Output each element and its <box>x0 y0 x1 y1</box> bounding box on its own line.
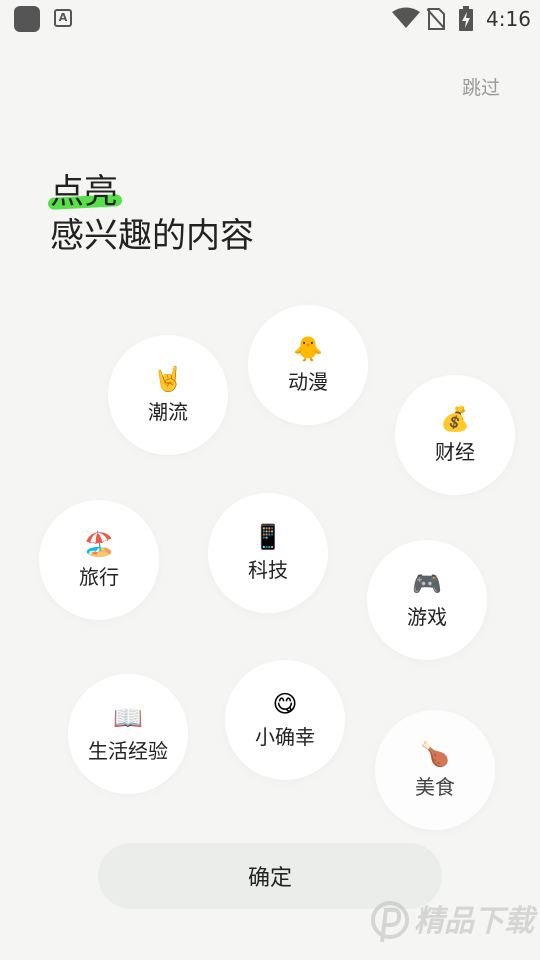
watermark-text: 精品下载 <box>414 904 534 939</box>
topic-label: 财经 <box>435 440 475 464</box>
skip-button[interactable]: 跳过 <box>462 73 500 100</box>
watermark: 精品下载 <box>370 900 534 944</box>
title-line2: 感兴趣的内容 <box>50 216 254 256</box>
yum-face-icon: 😋 <box>272 690 298 718</box>
status-time: 4:16 <box>486 7 531 31</box>
page-title: 点亮 感兴趣的内容 <box>47 170 254 258</box>
drumstick-icon: 🍗 <box>420 740 450 768</box>
topic-bubble-travel[interactable]: 🏖️ 旅行 <box>39 500 159 620</box>
topic-label: 潮流 <box>148 400 188 424</box>
topic-label: 科技 <box>248 558 288 582</box>
mobile-phone-icon: 📱 <box>253 523 283 551</box>
title-line1: 点亮 <box>47 170 123 214</box>
beach-umbrella-icon: 🏖️ <box>84 530 114 558</box>
topic-bubble-small-happiness[interactable]: 😋 小确幸 <box>225 660 345 780</box>
topic-label: 生活经验 <box>88 739 168 763</box>
topic-label: 小确幸 <box>255 725 315 749</box>
topic-bubble-trend[interactable]: 🤘 潮流 <box>108 335 228 455</box>
money-bag-icon: 💰 <box>440 405 470 433</box>
title-line1-text: 点亮 <box>50 172 118 212</box>
topic-label: 旅行 <box>79 565 119 589</box>
status-bar: A 4:16 <box>0 0 540 36</box>
watermark-logo-icon <box>371 901 409 943</box>
topic-bubble-food[interactable]: 🍗 美食 <box>375 710 495 830</box>
battery-icon <box>459 6 473 31</box>
topic-bubble-life-tips[interactable]: 📖 生活经验 <box>68 674 188 794</box>
topic-bubble-games[interactable]: 🎮 游戏 <box>367 540 487 660</box>
chick-icon: 🐥 <box>293 335 323 363</box>
rock-hand-icon: 🤘 <box>153 365 183 393</box>
topic-bubble-tech[interactable]: 📱 科技 <box>208 493 328 613</box>
app-icon <box>14 6 40 32</box>
topic-label: 游戏 <box>407 605 447 629</box>
notification-icon: A <box>54 9 72 27</box>
game-controller-icon: 🎮 <box>412 570 442 598</box>
open-book-icon: 📖 <box>113 704 143 732</box>
topic-bubble-anime[interactable]: 🐥 动漫 <box>248 305 368 425</box>
topic-bubble-finance[interactable]: 💰 财经 <box>395 375 515 495</box>
topic-label: 美食 <box>415 775 455 799</box>
topic-label: 动漫 <box>288 370 328 394</box>
onboarding-screen: A 4:16 跳过 点亮 感兴趣的内容 🤘 潮流 🐥 动漫 💰 财经 🏖️ 旅行… <box>0 0 540 960</box>
wifi-icon <box>392 7 420 28</box>
no-sim-icon <box>427 8 445 30</box>
